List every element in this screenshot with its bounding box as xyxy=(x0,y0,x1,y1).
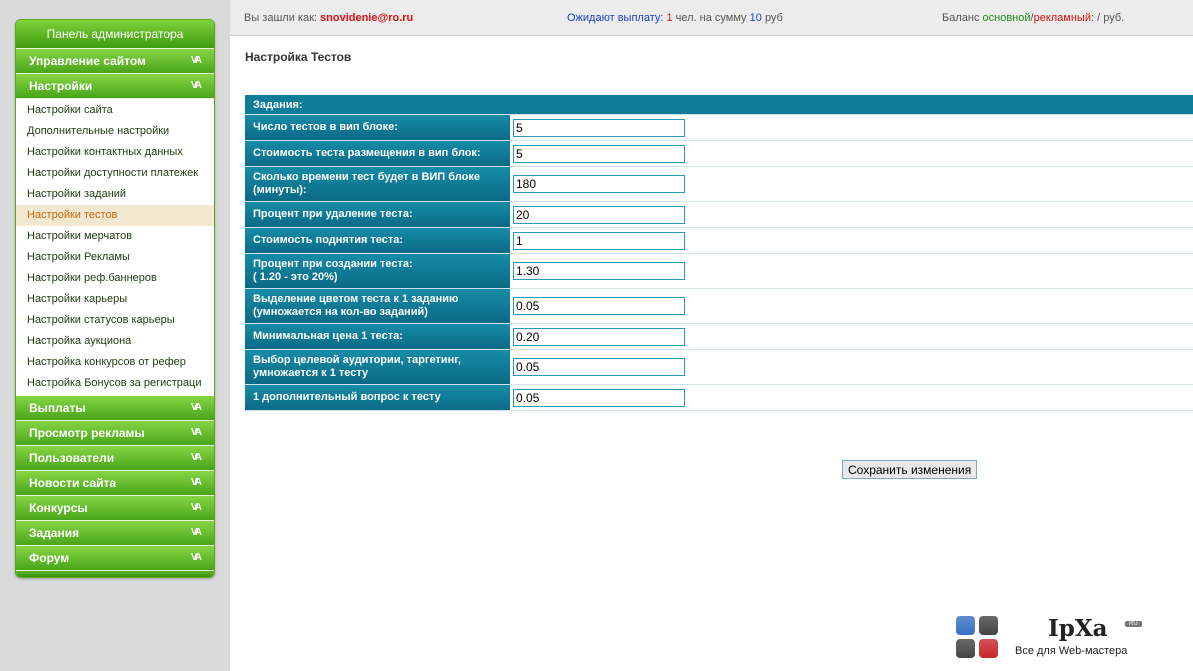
sidebar-item-ref-banner-settings[interactable]: Настройки реф.баннеров xyxy=(16,268,214,289)
vip-test-count-input[interactable] xyxy=(513,118,685,137)
chevron-icon: VA xyxy=(190,80,202,91)
chevron-icon: VA xyxy=(190,502,202,513)
min-price-input[interactable] xyxy=(513,327,685,346)
field-label: Выделение цветом теста к 1 заданию (умно… xyxy=(245,289,511,323)
section-tasks[interactable]: Задания VA xyxy=(16,521,214,546)
sidebar-item-task-settings[interactable]: Настройки заданий xyxy=(16,184,214,205)
section-ad-views[interactable]: Просмотр рекламы VA xyxy=(16,421,214,446)
field-label: Процент при создании теста: ( 1.20 - это… xyxy=(245,254,511,288)
sidebar-item-referral-contest-settings[interactable]: Настройка конкурсов от рефер xyxy=(16,352,214,373)
sidebar-background: Панель администратора Управление сайтом V… xyxy=(0,0,230,671)
logo-badge: RU xyxy=(1125,621,1142,627)
chevron-icon: VA xyxy=(190,55,202,66)
create-percent-input[interactable] xyxy=(513,262,685,280)
section-site-management[interactable]: Управление сайтом VA xyxy=(16,49,214,74)
form-row: Выбор целевой аудитории, таргетинг, умно… xyxy=(245,350,1193,385)
sidebar-item-site-settings[interactable]: Настройки сайта xyxy=(16,100,214,121)
field-label: Минимальная цена 1 теста: xyxy=(245,324,511,349)
logo-square-blue xyxy=(956,616,975,635)
vip-placement-cost-input[interactable] xyxy=(513,144,685,163)
delete-percent-input[interactable] xyxy=(513,205,685,224)
logo-square-dark xyxy=(956,639,975,658)
sidebar-item-merchant-settings[interactable]: Настройки мерчатов xyxy=(16,226,214,247)
username-link[interactable]: snovidenie@ro.ru xyxy=(320,12,413,24)
chevron-icon: VA xyxy=(190,402,202,413)
top-bar: Вы зашли как: snovidenie@ro.ru Ожидают в… xyxy=(230,0,1193,36)
sidebar-item-test-settings[interactable]: Настройки тестов xyxy=(16,205,214,226)
chevron-icon: VA xyxy=(190,527,202,538)
sidebar-item-career-status-settings[interactable]: Настройки статусов карьеры xyxy=(16,310,214,331)
section-settings[interactable]: Настройки VA xyxy=(16,74,214,99)
field-label: Стоимость теста размещения в вип блок: xyxy=(245,141,511,166)
sidebar-item-ad-settings[interactable]: Настройки Рекламы xyxy=(16,247,214,268)
login-info: Вы зашли как: snovidenie@ro.ru xyxy=(244,12,414,24)
form-row: Сколько времени тест будет в ВИП блоке (… xyxy=(245,167,1193,202)
vip-duration-input[interactable] xyxy=(513,175,685,193)
settings-form: Задания: Число тестов в вип блоке: Стоим… xyxy=(245,95,1193,411)
sidebar-item-career-settings[interactable]: Настройки карьеры xyxy=(16,289,214,310)
form-section-header: Задания: xyxy=(245,95,1193,115)
logo-square-red xyxy=(979,639,998,658)
section-forum[interactable]: Форум VA xyxy=(16,546,214,571)
field-label: Выбор целевой аудитории, таргетинг, умно… xyxy=(245,350,511,384)
logo-name: IpXa xyxy=(1048,615,1108,642)
section-site-news[interactable]: Новости сайта VA xyxy=(16,471,214,496)
color-highlight-input[interactable] xyxy=(513,297,685,315)
targeting-input[interactable] xyxy=(513,358,685,376)
form-row: Стоимость теста размещения в вип блок: xyxy=(245,141,1193,167)
form-row: Выделение цветом теста к 1 заданию (умно… xyxy=(245,289,1193,324)
panel-footer xyxy=(16,571,214,577)
page-title: Настройка Тестов xyxy=(245,50,352,64)
form-row: Процент при удаление теста: xyxy=(245,202,1193,228)
balance-info: Баланс основной/рекламный: / руб. xyxy=(942,12,1125,24)
panel-title: Панель администратора xyxy=(16,20,214,49)
form-row: 1 дополнительный вопрос к тесту xyxy=(245,385,1193,411)
extra-question-input[interactable] xyxy=(513,388,685,407)
sidebar-item-additional-settings[interactable]: Дополнительные настройки xyxy=(16,121,214,142)
section-payouts[interactable]: Выплаты VA xyxy=(16,396,214,421)
chevron-icon: VA xyxy=(190,552,202,563)
chevron-icon: VA xyxy=(190,477,202,488)
form-row: Процент при создании теста: ( 1.20 - это… xyxy=(245,254,1193,289)
field-label: Процент при удаление теста: xyxy=(245,202,511,227)
sidebar-item-registration-bonus-settings[interactable]: Настройка Бонусов за регистраци xyxy=(16,373,214,394)
form-row: Минимальная цена 1 теста: xyxy=(245,324,1193,350)
logo-square-dark xyxy=(979,616,998,635)
chevron-icon: VA xyxy=(190,427,202,438)
field-label: 1 дополнительный вопрос к тесту xyxy=(245,385,511,410)
section-users[interactable]: Пользователи VA xyxy=(16,446,214,471)
chevron-icon: VA xyxy=(190,452,202,463)
logo-tagline: Все для Web-мастера xyxy=(1015,645,1128,657)
field-label: Сколько времени тест будет в ВИП блоке (… xyxy=(245,167,511,201)
field-label: Стоимость поднятия теста: xyxy=(245,228,511,253)
save-changes-button[interactable]: Сохранить изменения xyxy=(842,460,978,479)
raise-cost-input[interactable] xyxy=(513,231,685,250)
sidebar-item-contact-settings[interactable]: Настройки контактных данных xyxy=(16,142,214,163)
field-label: Число тестов в вип блоке: xyxy=(245,115,511,140)
sidebar-item-auction-settings[interactable]: Настройка аукциона xyxy=(16,331,214,352)
form-row: Число тестов в вип блоке: xyxy=(245,115,1193,141)
section-contests[interactable]: Конкурсы VA xyxy=(16,496,214,521)
ipxa-logo: IpXa RU Все для Web-мастера xyxy=(955,615,1155,663)
payout-info: Ожидают выплату: 1 чел. на сумму 10 руб xyxy=(567,12,783,24)
sidebar-item-payment-availability[interactable]: Настройки доступности платежек xyxy=(16,163,214,184)
admin-panel: Панель администратора Управление сайтом V… xyxy=(15,19,215,578)
form-row: Стоимость поднятия теста: xyxy=(245,228,1193,254)
settings-submenu: Настройки сайта Дополнительные настройки… xyxy=(16,99,214,396)
